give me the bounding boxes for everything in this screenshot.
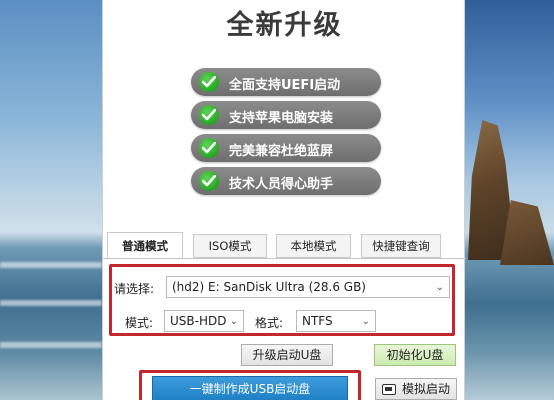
format-label: 格式: — [255, 316, 284, 330]
feature-item: 技术人员得心助手 — [191, 167, 381, 195]
mode-label: 模式: — [125, 316, 154, 330]
init-usb-button[interactable]: 初始化U盘 — [374, 344, 456, 366]
tab-local-mode[interactable]: 本地模式 — [276, 234, 351, 258]
tab-hotkey-query[interactable]: 快捷键查询 — [361, 234, 441, 258]
simulate-boot-button[interactable]: 模拟启动 — [375, 378, 457, 400]
device-label: 请选择: — [114, 282, 155, 296]
feature-text: 完美兼容杜绝蓝屏 — [229, 144, 334, 159]
simulate-boot-label: 模拟启动 — [401, 382, 450, 396]
check-icon — [199, 138, 219, 158]
chevron-down-icon: ⌄ — [361, 316, 370, 327]
device-select-value: (hd2) E: SanDisk Ultra (28.6 GB) — [172, 280, 366, 294]
make-usb-boot-button[interactable]: 一键制作成USB启动盘 — [152, 376, 348, 400]
main-panel: 全新升级 全面支持UEFI启动 支持苹果电脑安装 完美兼容杜绝蓝屏 技术人员得心… — [102, 0, 466, 400]
wave-foam — [0, 262, 102, 268]
upgrade-usb-button[interactable]: 升级启动U盘 — [241, 344, 333, 366]
feature-item: 支持苹果电脑安装 — [191, 101, 381, 129]
feature-text: 支持苹果电脑安装 — [229, 111, 334, 126]
tab-normal-mode[interactable]: 普通模式 — [107, 232, 183, 259]
mode-select[interactable]: USB-HDD ⌄ — [164, 310, 244, 332]
tab-divider — [103, 258, 466, 259]
check-icon — [199, 72, 219, 92]
feature-text: 技术人员得心助手 — [229, 177, 334, 192]
wave-foam — [0, 342, 102, 348]
mode-tabs: 普通模式 ISO模式 本地模式 快捷键查询 — [107, 232, 462, 259]
feature-item: 全面支持UEFI启动 — [191, 68, 381, 96]
device-select[interactable]: (hd2) E: SanDisk Ultra (28.6 GB) ⌄ — [166, 276, 450, 298]
feature-item: 完美兼容杜绝蓝屏 — [191, 134, 381, 162]
page-title: 全新升级 — [226, 10, 343, 41]
chevron-down-icon: ⌄ — [435, 282, 444, 293]
background-left — [0, 0, 102, 400]
monitor-icon — [381, 384, 396, 395]
format-select[interactable]: NTFS ⌄ — [296, 310, 376, 332]
format-select-value: NTFS — [302, 314, 333, 328]
chevron-down-icon: ⌄ — [229, 316, 238, 327]
check-icon — [199, 105, 219, 125]
tab-iso-mode[interactable]: ISO模式 — [193, 234, 267, 258]
check-icon — [199, 171, 219, 191]
mode-select-value: USB-HDD — [170, 314, 227, 328]
feature-list: 全面支持UEFI启动 支持苹果电脑安装 完美兼容杜绝蓝屏 技术人员得心助手 — [191, 68, 381, 200]
wave-foam — [0, 300, 102, 306]
feature-text: 全面支持UEFI启动 — [229, 78, 341, 93]
